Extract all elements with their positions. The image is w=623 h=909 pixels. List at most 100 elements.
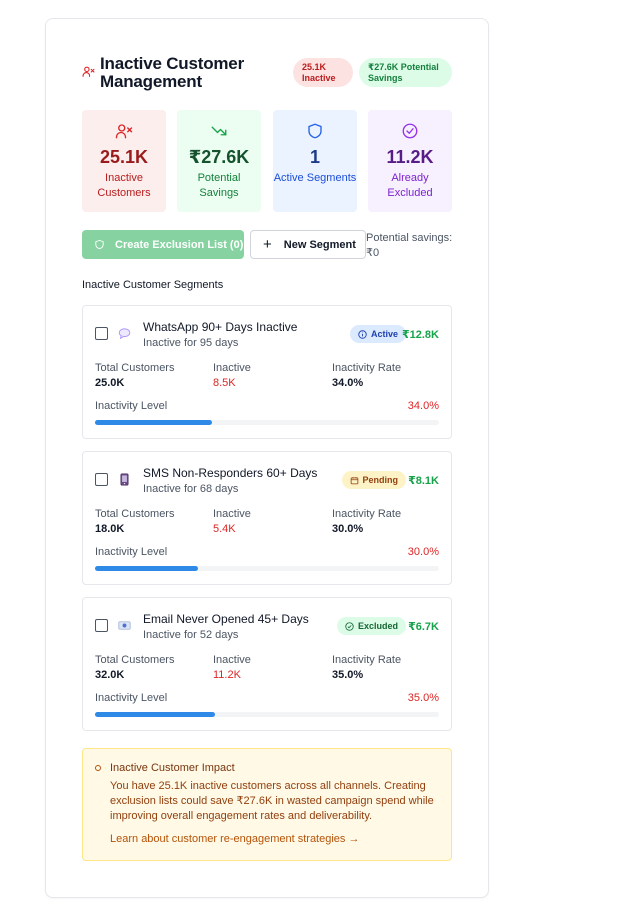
status-label: Excluded: [357, 621, 398, 631]
total-customers-label: Total Customers: [95, 362, 175, 374]
segment-subtitle: Inactive for 52 days: [143, 629, 239, 641]
segment-card: SMS Non-Responders 60+ Days Inactive for…: [82, 451, 452, 585]
total-customers-stat: Total Customers 32.0K: [95, 653, 174, 683]
segment-card: Email Never Opened 45+ Days Inactive for…: [82, 597, 452, 731]
create-exclusion-list-label: Create Exclusion List (0): [115, 238, 244, 251]
shield-icon: [308, 123, 322, 139]
inactivity-level-label: Inactivity Level: [95, 546, 168, 558]
user-x-icon: [115, 124, 133, 139]
segment-savings: ₹8.1K: [408, 475, 439, 487]
total-customers-label: Total Customers: [95, 654, 175, 666]
inactive-stat: Inactive 8.5K: [213, 361, 251, 391]
inactivity-progress-fill: [95, 712, 216, 717]
status-badge: Excluded: [336, 617, 406, 635]
inactive-label: Inactive: [213, 508, 251, 520]
potential-savings-badge: ₹27.6K Potential Savings: [359, 58, 452, 87]
segment-checkbox[interactable]: [95, 327, 108, 340]
segment-name: SMS Non-Responders 60+ Days: [143, 466, 318, 480]
total-customers-value: 18.0K: [95, 523, 125, 535]
info-icon: [358, 329, 367, 339]
segment-name: WhatsApp 90+ Days Inactive: [143, 320, 298, 334]
inactive-value: 5.4K: [213, 523, 236, 535]
inactivity-rate-label: Inactivity Rate: [332, 654, 402, 666]
inactivity-level-percent: 30.0%: [407, 546, 439, 558]
inactive-label: Inactive: [213, 654, 251, 666]
inactivity-rate-value: 34.0%: [332, 377, 364, 389]
impact-callout: Inactive Customer Impact You have 25.1K …: [82, 748, 452, 861]
plus-icon: +: [263, 236, 272, 253]
total-customers-value: 25.0K: [95, 377, 125, 389]
info-dot-icon: [95, 765, 101, 771]
inactivity-rate-value: 35.0%: [332, 669, 364, 681]
page-title: Inactive Customer Management: [100, 54, 244, 91]
inactivity-progress-track: [95, 420, 439, 425]
inactivity-progress-fill: [95, 420, 212, 425]
segment-savings: ₹12.8K: [401, 329, 439, 341]
actions-row: Create Exclusion List (0) + New Segment …: [82, 230, 453, 262]
inactivity-rate-value: 30.0%: [332, 523, 364, 535]
stat-value: 25.1K: [99, 147, 149, 167]
inactivity-level-percent: 34.0%: [407, 400, 439, 412]
segment-name: Email Never Opened 45+ Days: [143, 612, 309, 626]
inactive-value: 11.2K: [213, 669, 241, 681]
create-exclusion-list-button[interactable]: Create Exclusion List (0): [82, 230, 244, 259]
stat-card-active-segments: 1 Active Segments: [273, 110, 357, 212]
inactive-value: 8.5K: [213, 377, 236, 389]
inactive-customer-panel: Inactive Customer Management 25.1K Inact…: [45, 18, 489, 898]
segments-heading: Inactive Customer Segments: [82, 279, 224, 291]
stat-value: ₹27.6K: [188, 147, 250, 167]
inactivity-rate-stat: Inactivity Rate 34.0%: [332, 361, 401, 391]
speech-bubble-icon: [118, 327, 131, 340]
new-segment-button[interactable]: + New Segment: [250, 230, 366, 259]
stat-label: Active Segments: [273, 172, 357, 184]
impact-title: Inactive Customer Impact: [110, 762, 235, 774]
inactive-stat: Inactive 11.2K: [213, 653, 251, 683]
status-badge: Active: [349, 325, 406, 343]
trending-down-icon: [211, 126, 227, 136]
stat-label: Inactive Customers: [97, 172, 151, 199]
segment-subtitle: Inactive for 68 days: [143, 483, 239, 495]
segment-checkbox[interactable]: [95, 619, 108, 632]
inactivity-rate-stat: Inactivity Rate 35.0%: [332, 653, 401, 683]
new-segment-label: New Segment: [283, 238, 356, 251]
total-customers-value: 32.0K: [95, 669, 125, 681]
stat-card-inactive-customers: 25.1K Inactive Customers: [82, 110, 166, 212]
total-customers-stat: Total Customers 25.0K: [95, 361, 174, 391]
stat-value: 1: [309, 147, 320, 167]
inactivity-rate-label: Inactivity Rate: [332, 362, 402, 374]
inactivity-level-label: Inactivity Level: [95, 400, 168, 412]
total-customers-label: Total Customers: [95, 508, 175, 520]
status-badge: Pending: [341, 471, 406, 489]
impact-description: You have 25.1K inactive customers across…: [110, 780, 434, 822]
mobile-phone-icon: [118, 473, 131, 486]
shield-icon: [95, 239, 104, 250]
inactivity-progress-track: [95, 712, 439, 717]
inactivity-level-percent: 35.0%: [407, 692, 439, 704]
segment-checkbox[interactable]: [95, 473, 108, 486]
inactivity-progress-track: [95, 566, 439, 571]
inactivity-rate-label: Inactivity Rate: [332, 508, 402, 520]
total-customers-stat: Total Customers 18.0K: [95, 507, 174, 537]
inactivity-progress-fill: [95, 566, 199, 571]
segment-savings: ₹6.7K: [408, 621, 439, 633]
inactivity-level-label: Inactivity Level: [95, 692, 168, 704]
status-label: Pending: [362, 475, 399, 485]
inactive-count-badge: 25.1K Inactive: [293, 58, 353, 87]
stat-label: Already Excluded: [387, 172, 433, 199]
status-label: Active: [370, 329, 398, 339]
check-circle-icon: [345, 621, 354, 631]
user-x-icon: [82, 65, 95, 78]
potential-savings-text: Potential savings: ₹0: [366, 232, 453, 259]
check-circle-icon: [402, 123, 418, 139]
inactivity-rate-stat: Inactivity Rate 30.0%: [332, 507, 401, 537]
header: Inactive Customer Management 25.1K Inact…: [82, 55, 453, 91]
stat-card-potential-savings: ₹27.6K Potential Savings: [177, 110, 261, 212]
stat-card-already-excluded: 11.2K Already Excluded: [368, 110, 452, 212]
segment-subtitle: Inactive for 95 days: [143, 337, 239, 349]
stats-row: 25.1K Inactive Customers ₹27.6K Potentia…: [82, 110, 453, 212]
stat-value: 11.2K: [386, 147, 434, 167]
inactive-label: Inactive: [213, 362, 251, 374]
stat-label: Potential Savings: [197, 172, 241, 199]
inactive-stat: Inactive 5.4K: [213, 507, 251, 537]
learn-more-link[interactable]: Learn about customer re-engagement strat…: [110, 833, 359, 845]
